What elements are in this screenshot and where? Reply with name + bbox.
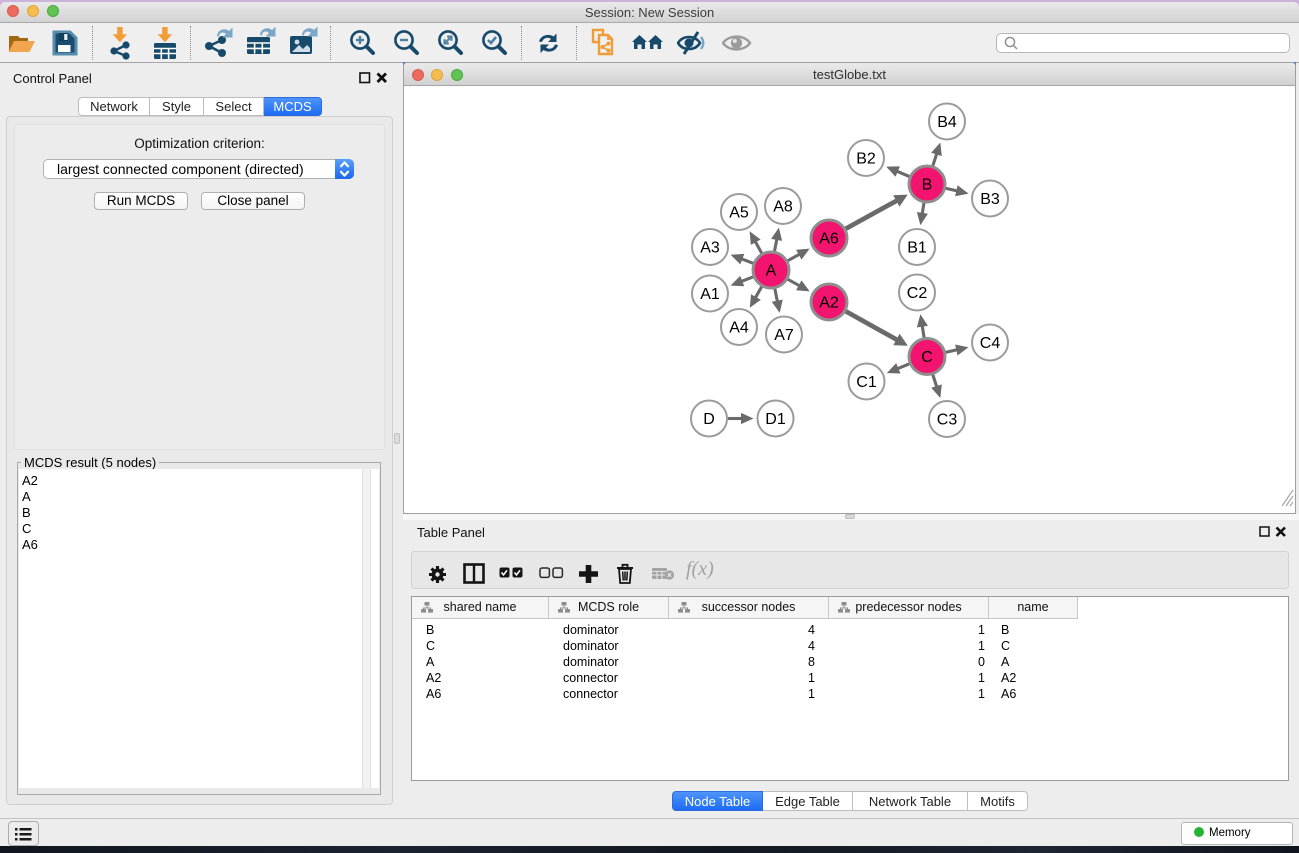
svg-text:C1: C1 — [856, 374, 877, 391]
svg-text:B4: B4 — [937, 114, 957, 131]
svg-text:C3: C3 — [937, 412, 958, 429]
svg-text:B: B — [922, 177, 933, 194]
svg-text:A7: A7 — [774, 327, 794, 344]
svg-text:B1: B1 — [907, 240, 927, 257]
svg-text:A1: A1 — [700, 286, 720, 303]
svg-text:A2: A2 — [819, 295, 839, 312]
svg-text:D: D — [703, 411, 715, 428]
svg-text:B2: B2 — [856, 151, 876, 168]
svg-text:A3: A3 — [700, 240, 720, 257]
svg-text:A6: A6 — [819, 231, 839, 248]
svg-text:D1: D1 — [765, 411, 786, 428]
svg-text:A: A — [766, 263, 777, 280]
svg-text:A5: A5 — [729, 205, 749, 222]
svg-text:A4: A4 — [729, 320, 749, 337]
svg-text:C2: C2 — [907, 285, 928, 302]
svg-text:B3: B3 — [980, 191, 1000, 208]
svg-text:C4: C4 — [980, 335, 1001, 352]
svg-text:A8: A8 — [773, 199, 793, 216]
svg-text:C: C — [921, 349, 933, 366]
